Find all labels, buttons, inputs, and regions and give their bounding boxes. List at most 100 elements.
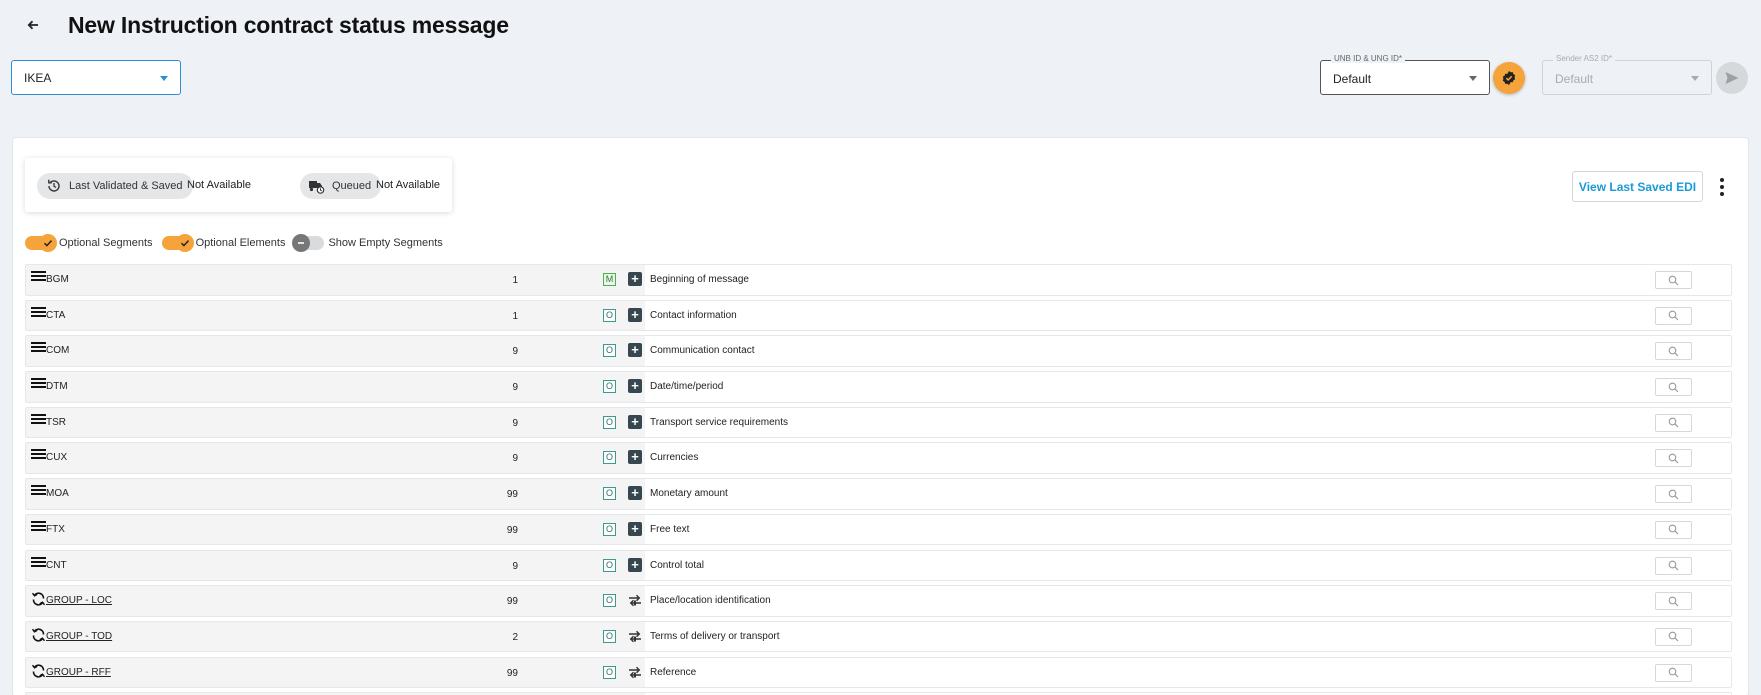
- show-empty-segments-toggle[interactable]: [292, 234, 325, 252]
- queued-label: Queued: [332, 180, 372, 192]
- segment-description: Currencies: [650, 452, 699, 464]
- more-options-icon[interactable]: [1715, 174, 1729, 200]
- segment-lines-icon: [31, 485, 46, 498]
- segment-row[interactable]: CNT 9 O + Control total: [25, 549, 1732, 581]
- segment-row-detail-area: [645, 336, 1731, 366]
- segment-search-button[interactable]: [1655, 520, 1692, 539]
- segment-search-button[interactable]: [1655, 413, 1692, 432]
- segment-toggles: Optional Segments Optional Elements Show…: [25, 234, 452, 252]
- add-segment-button[interactable]: +: [628, 272, 642, 286]
- add-segment-button[interactable]: +: [628, 521, 642, 536]
- last-validated-value: Not Available: [187, 179, 252, 191]
- segment-row-detail-area: [645, 479, 1731, 509]
- add-segment-button[interactable]: +: [628, 307, 642, 322]
- search-icon: [1668, 417, 1679, 428]
- segment-lines-icon: [31, 520, 46, 534]
- segment-row[interactable]: FTX 99 O + Free text: [25, 513, 1732, 546]
- add-segment-button[interactable]: +: [628, 486, 642, 501]
- back-arrow-icon[interactable]: [22, 12, 44, 38]
- queued-chip: Queued: [300, 173, 382, 199]
- segment-code[interactable]: GROUP - RFF: [46, 667, 111, 678]
- check-icon: [39, 234, 57, 252]
- segment-code[interactable]: GROUP - LOC: [46, 595, 112, 606]
- repeat-group-icon[interactable]: [627, 665, 643, 680]
- segment-description: Reference: [650, 666, 697, 678]
- segment-row-detail-area: [645, 300, 1731, 331]
- segment-max-count: 99: [506, 524, 518, 536]
- status-panel: Last Validated & Saved Not Available Que…: [25, 158, 452, 212]
- add-segment-button[interactable]: +: [628, 557, 642, 572]
- segment-code: TSR: [46, 416, 66, 428]
- segment-row-detail-area: [645, 265, 1731, 295]
- segment-description: Contact information: [650, 309, 737, 321]
- add-segment-button[interactable]: +: [628, 379, 642, 394]
- segment-search-button[interactable]: [1655, 449, 1692, 468]
- page-title: New Instruction contract status message: [68, 12, 509, 38]
- optional-segments-toggle[interactable]: [25, 234, 57, 252]
- segment-search-button[interactable]: [1655, 663, 1692, 682]
- segment-row[interactable]: CTA 1 O + Contact information: [25, 299, 1732, 332]
- segment-search-button[interactable]: [1655, 485, 1692, 504]
- sender-as2-id-value: Default: [1555, 72, 1594, 86]
- partner-select[interactable]: IKEA: [11, 60, 181, 95]
- segment-search-button[interactable]: [1655, 592, 1692, 611]
- group-loop-icon: [31, 663, 46, 678]
- segment-row[interactable]: TSR 9 O + Transport service requirements: [25, 406, 1732, 439]
- repeat-group-icon[interactable]: [627, 593, 643, 608]
- requirement-badge: O: [603, 522, 616, 536]
- segment-search-button[interactable]: [1655, 378, 1692, 397]
- segment-row-detail-area: [645, 550, 1731, 580]
- segment-search-button[interactable]: [1655, 627, 1692, 646]
- segment-search-button[interactable]: [1655, 271, 1692, 289]
- search-icon: [1668, 310, 1679, 321]
- send-button[interactable]: [1716, 62, 1748, 94]
- last-validated-label: Last Validated & Saved: [69, 180, 183, 192]
- search-icon: [1668, 346, 1679, 357]
- segment-search-button[interactable]: [1655, 306, 1692, 325]
- verify-badge-button[interactable]: [1493, 62, 1525, 94]
- segment-row[interactable]: CUX 9 O + Currencies: [25, 442, 1732, 474]
- requirement-badge: O: [603, 629, 616, 643]
- segment-lines-icon: [31, 306, 46, 320]
- segment-search-button[interactable]: [1655, 342, 1692, 361]
- check-icon: [175, 234, 194, 252]
- verified-badge-icon: [1502, 71, 1516, 85]
- segment-code: BGM: [46, 274, 69, 285]
- segment-row-detail-area: [645, 407, 1731, 438]
- segment-row[interactable]: BGM 1 M + Beginning of message: [25, 264, 1732, 296]
- segment-row[interactable]: MOA 99 O + Monetary amount: [25, 478, 1732, 510]
- segment-max-count: 99: [506, 667, 518, 679]
- group-loop-icon: [31, 592, 46, 606]
- segment-lines-icon: [31, 449, 46, 462]
- show-empty-segments-label: Show Empty Segments: [328, 237, 443, 249]
- segment-max-count: 2: [512, 631, 518, 643]
- requirement-badge: O: [603, 451, 616, 465]
- segment-code: CUX: [46, 452, 68, 464]
- segment-row[interactable]: GROUP - RFF 99 O Reference: [25, 656, 1732, 689]
- add-segment-button[interactable]: +: [628, 343, 642, 358]
- sender-as2-id-label: Sender AS2 ID*: [1553, 54, 1616, 63]
- segment-row[interactable]: DTM 9 O + Date/time/period: [25, 371, 1732, 403]
- requirement-badge: O: [603, 558, 616, 572]
- chevron-down-icon: [1469, 76, 1477, 81]
- optional-elements-toggle[interactable]: [161, 234, 194, 252]
- last-validated-chip: Last Validated & Saved: [37, 173, 193, 199]
- unb-ung-id-select[interactable]: UNB ID & UNG ID* Default: [1320, 54, 1490, 95]
- segment-lines-icon: [31, 413, 46, 427]
- segment-row[interactable]: GROUP - TOD 2 O Terms of delivery or transp…: [25, 620, 1732, 653]
- segment-code[interactable]: GROUP - TOD: [46, 631, 112, 642]
- add-segment-button[interactable]: +: [628, 414, 642, 429]
- segment-row[interactable]: COM 9 O + Communication contact: [25, 335, 1732, 367]
- add-segment-button[interactable]: +: [628, 450, 642, 465]
- segment-search-button[interactable]: [1655, 556, 1692, 575]
- requirement-badge: O: [603, 487, 616, 501]
- optional-elements-label: Optional Elements: [195, 237, 286, 249]
- segment-max-count: 1: [512, 275, 518, 286]
- repeat-group-icon[interactable]: [627, 629, 643, 644]
- sender-as2-id-select[interactable]: Sender AS2 ID* Default: [1542, 54, 1712, 95]
- segment-row[interactable]: GROUP - LOC 99 O Place/location identificat…: [25, 585, 1732, 617]
- queued-value: Not Available: [376, 179, 441, 191]
- segment-description: Free text: [650, 523, 690, 535]
- segment-lines-icon: [31, 271, 46, 284]
- view-last-saved-edi-button[interactable]: View Last Saved EDI: [1572, 171, 1703, 202]
